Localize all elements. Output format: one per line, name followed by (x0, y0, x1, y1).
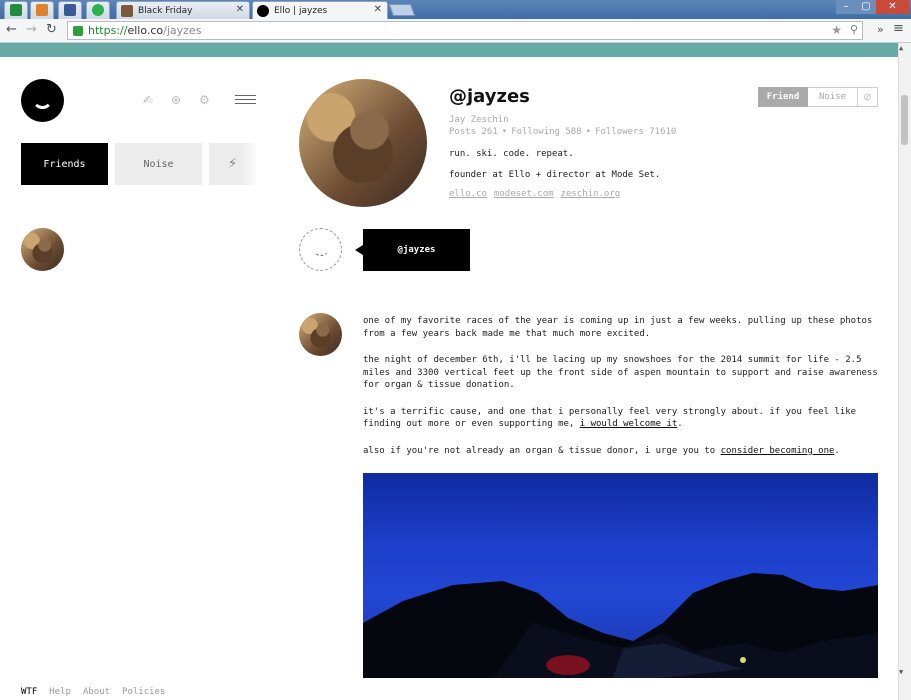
tab-facebook[interactable] (58, 1, 82, 19)
feedly-icon (92, 4, 104, 16)
forward-arrow-icon[interactable]: → (26, 22, 37, 37)
url-path: /jayzes (163, 24, 202, 37)
profile-stats: Posts 261 • Following 588 • Followers 71… (449, 127, 676, 137)
post-paragraph: also if you're not already an organ & ti… (363, 445, 883, 458)
author-tag[interactable]: @jayzes (363, 229, 470, 271)
new-tab-button[interactable] (388, 4, 416, 16)
extension-icon[interactable]: ⚲ (850, 23, 858, 36)
top-accent-bar (0, 43, 898, 57)
footer-link-policies[interactable]: Policies (122, 687, 165, 697)
post-paragraph: it's a terrific cause, and one that i pe… (363, 406, 883, 431)
invite-icon[interactable]: ✍ (143, 93, 153, 107)
placeholder-avatar (299, 228, 342, 271)
sheets-icon (10, 4, 22, 16)
url-host: ello.co (127, 24, 164, 37)
profile-links: ello.co modeset.com zeschin.org (449, 189, 620, 199)
url-scheme: https:// (88, 24, 128, 37)
settings-icon[interactable]: ⚙ (199, 93, 210, 107)
block-icon[interactable]: ⊘ (858, 87, 878, 107)
footer-link-about[interactable]: About (83, 687, 110, 697)
stats-separator: • (585, 127, 592, 137)
stats-separator: • (501, 127, 508, 137)
profile-name: Jay Zeschin (449, 115, 509, 125)
tab-analytics[interactable] (30, 1, 54, 19)
post-paragraph: one of my favorite races of the year is … (363, 316, 873, 339)
close-icon[interactable]: ✕ (236, 4, 244, 15)
bookmark-star-icon[interactable]: ★ (831, 23, 842, 37)
smile-icon (312, 238, 330, 256)
footer-link-help[interactable]: Help (49, 687, 71, 697)
profile-bio-line: run. ski. code. repeat. (449, 149, 574, 159)
relationship-control: Friend Noise ⊘ (758, 87, 878, 107)
maximize-button[interactable]: ▢ (856, 0, 876, 14)
profile-bio-line: founder at Ello + director at Mode Set. (449, 170, 661, 180)
analytics-icon (36, 4, 48, 16)
nav-fade (240, 143, 260, 185)
back-arrow-icon[interactable]: ← (6, 22, 17, 37)
scroll-up-arrow-icon[interactable]: ▲ (899, 44, 903, 52)
scroll-down-arrow-icon[interactable]: ▼ (899, 668, 903, 676)
lock-icon (73, 25, 83, 36)
add-icon[interactable]: ⊕ (171, 93, 181, 107)
menu-icon[interactable] (235, 95, 256, 107)
ello-logo[interactable] (21, 79, 64, 122)
tab-black-friday[interactable]: Black Friday ✕ (116, 1, 250, 19)
post-author-avatar[interactable] (299, 313, 342, 356)
post-body: one of my favorite races of the year is … (363, 315, 883, 471)
reload-icon[interactable]: ↻ (46, 22, 57, 37)
tab-feedly[interactable] (86, 1, 110, 19)
mountain-night-photo (363, 573, 878, 678)
footer-links: WTF Help About Policies (21, 687, 165, 697)
profile-link[interactable]: ello.co (449, 189, 487, 199)
friends-stream-button[interactable]: Friends (21, 143, 108, 185)
ello-icon (257, 4, 269, 17)
goodreads-icon (121, 4, 133, 17)
close-icon[interactable]: ✕ (374, 4, 382, 15)
smile-icon (32, 88, 53, 109)
friend-avatar[interactable] (21, 228, 64, 271)
following-count[interactable]: Following 588 (511, 127, 581, 137)
post-text-segment: . (677, 419, 683, 429)
noise-button[interactable]: Noise (808, 87, 858, 107)
profile-link[interactable]: zeschin.org (561, 189, 621, 199)
post-text-segment: also if you're not already an organ & ti… (363, 445, 721, 456)
minimize-button[interactable]: – (836, 0, 856, 14)
post-paragraph: the night of december 6th, i'll be lacin… (363, 355, 878, 390)
support-link[interactable]: i would welcome it (580, 419, 678, 429)
browser-tab-bar: Black Friday ✕ Ello | jayzes ✕ – ▢ ✕ (0, 0, 911, 19)
donor-link[interactable]: consider becoming one (721, 446, 835, 456)
tab-ello-jayzes[interactable]: Ello | jayzes ✕ (252, 1, 388, 19)
post-text-segment: . (834, 445, 840, 456)
profile-link[interactable]: modeset.com (494, 189, 554, 199)
address-bar[interactable]: https:// ello.co /jayzes ★ ⚲ (67, 21, 863, 40)
facebook-icon (64, 4, 76, 16)
browser-toolbar: ← → ↻ https:// ello.co /jayzes ★ ⚲ » ≡ (0, 19, 911, 43)
posts-count[interactable]: Posts 261 (449, 127, 498, 137)
profile-avatar (299, 79, 427, 207)
followers-count[interactable]: Followers 71610 (595, 127, 676, 137)
noise-stream-button[interactable]: Noise (115, 143, 202, 185)
tab-sheets[interactable] (4, 1, 28, 19)
browser-menu-icon[interactable]: ≡ (893, 21, 904, 36)
friend-button[interactable]: Friend (758, 87, 808, 107)
tag-pointer (355, 245, 363, 255)
profile-handle: @jayzes (449, 86, 530, 107)
footer-link-wtf[interactable]: WTF (21, 687, 37, 697)
post-photo[interactable] (363, 473, 878, 678)
overflow-chevron-icon[interactable]: » (877, 23, 884, 36)
window-close-button[interactable]: ✕ (876, 0, 909, 14)
tab-title: Ello | jayzes (274, 5, 328, 16)
scrollbar-thumb[interactable] (901, 95, 908, 145)
tab-title: Black Friday (138, 5, 193, 16)
